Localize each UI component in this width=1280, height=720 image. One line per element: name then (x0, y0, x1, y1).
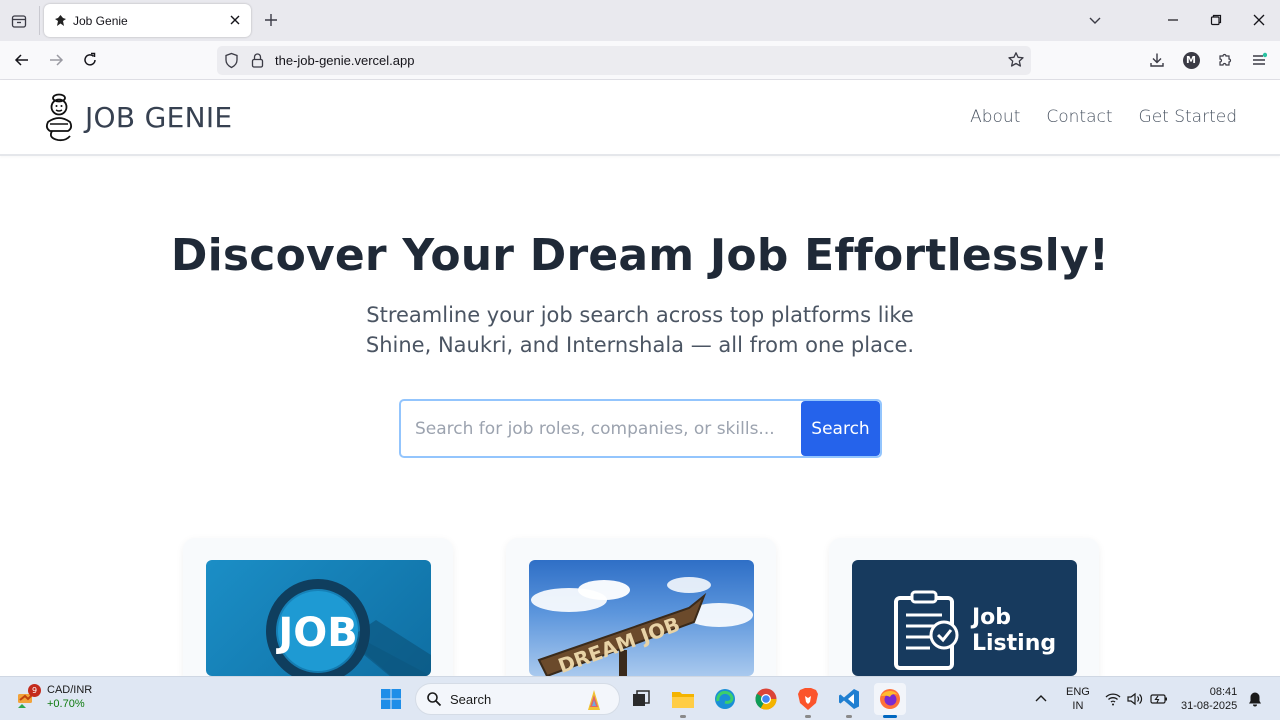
job-image-text: JOB (275, 610, 357, 656)
forward-arrow-icon[interactable] (46, 50, 66, 70)
back-arrow-icon[interactable] (12, 50, 32, 70)
currency-change: +0.70% (47, 698, 85, 710)
volume-icon[interactable] (1127, 677, 1143, 720)
nav-link-get-started[interactable]: Get Started (1139, 107, 1237, 127)
job-search-input[interactable] (401, 401, 802, 456)
currency-widget-icon: 9 (16, 684, 41, 708)
app-menu-icon[interactable] (1249, 50, 1269, 70)
restore-icon[interactable] (1206, 10, 1226, 30)
job-magnifier-image: JOB (206, 560, 431, 676)
tab-close-icon[interactable] (227, 12, 243, 28)
battery-icon[interactable] (1150, 677, 1168, 720)
browser-tab-bar: Job Genie (0, 0, 1280, 41)
clock-date: 31-08-2025 (1181, 700, 1238, 712)
nav-link-contact[interactable]: Contact (1046, 107, 1112, 127)
address-bar[interactable]: the-job-genie.vercel.app (217, 46, 1031, 75)
browser-tab[interactable]: Job Genie (44, 4, 251, 37)
brand-name: JOB GENIE (85, 100, 233, 134)
genie-logo-icon (40, 92, 78, 142)
chrome-icon[interactable] (750, 683, 782, 715)
clock-time: 08:41 (1209, 686, 1238, 698)
new-tab-icon[interactable] (262, 11, 280, 29)
currency-pair: CAD/INR (47, 684, 93, 696)
nav-link-about[interactable]: About (970, 107, 1020, 127)
brand[interactable]: JOB GENIE (40, 92, 232, 142)
job-listing-image: Job Listing (852, 560, 1077, 676)
brave-icon[interactable] (792, 683, 824, 718)
tracking-shield-icon[interactable] (223, 52, 240, 69)
tab-list-icon[interactable] (8, 10, 30, 32)
site-header: JOB GENIE About Contact Get Started (0, 80, 1280, 156)
url-text[interactable]: the-job-genie.vercel.app (275, 53, 414, 68)
hero-title: Discover Your Dream Job Effortlessly! (170, 230, 1110, 281)
stock-widget[interactable]: 9 CAD/INR +0.70% (16, 683, 92, 711)
job-listing-image-text-2: Listing (972, 631, 1056, 656)
job-search-form: Search (399, 399, 882, 458)
widget-badge: 9 (28, 684, 41, 697)
close-window-icon[interactable] (1249, 10, 1269, 30)
hero-subtitle: Streamline your job search across top pl… (365, 303, 915, 357)
notifications-bell-icon[interactable] (1248, 677, 1262, 720)
firefox-icon[interactable] (874, 683, 906, 718)
account-avatar-icon[interactable]: M (1181, 50, 1201, 70)
show-hidden-icons-chevron-icon[interactable] (1034, 677, 1048, 720)
taskbar-search-label: Search (450, 691, 492, 707)
task-view-icon[interactable] (625, 683, 657, 715)
reload-icon[interactable] (80, 50, 100, 70)
list-all-tabs-chevron-icon[interactable] (1085, 10, 1105, 30)
file-explorer-icon[interactable] (667, 683, 699, 718)
search-icon (427, 692, 442, 707)
windows-taskbar: 9 CAD/INR +0.70% Search ENG IN 08:41 31-… (0, 676, 1280, 720)
dream-job-sign-image: DREAM JOB (529, 560, 754, 676)
feature-card-dream-job[interactable]: DREAM JOB (506, 538, 776, 688)
lang-line-2: IN (1072, 700, 1084, 712)
browser-nav-bar: the-job-genie.vercel.app M (0, 41, 1280, 80)
job-listing-image-text-1: Job (970, 605, 1011, 630)
search-button[interactable]: Search (801, 401, 880, 456)
main-nav: About Contact Get Started (970, 107, 1237, 127)
lang-line-1: ENG (1066, 686, 1090, 698)
extensions-puzzle-icon[interactable] (1215, 50, 1235, 70)
bookmark-star-icon[interactable] (1007, 51, 1025, 69)
minimize-icon[interactable] (1163, 10, 1183, 30)
edge-browser-icon[interactable] (709, 683, 741, 715)
windows-start-icon[interactable] (375, 683, 407, 715)
tab-divider (39, 6, 40, 35)
taskbar-search[interactable]: Search (415, 683, 620, 715)
wifi-icon[interactable] (1105, 677, 1121, 720)
feature-card-job[interactable]: JOB (183, 538, 453, 688)
vscode-icon[interactable] (833, 683, 865, 718)
tab-title: Job Genie (73, 13, 128, 28)
clock[interactable]: 08:41 31-08-2025 (1181, 677, 1237, 720)
language-indicator[interactable]: ENG IN (1066, 677, 1090, 720)
search-highlight-icon (588, 690, 600, 710)
lock-icon[interactable] (249, 52, 266, 69)
feature-card-job-listing[interactable]: Job Listing (829, 538, 1099, 688)
downloads-icon[interactable] (1147, 50, 1167, 70)
genie-favicon-icon (53, 14, 67, 28)
